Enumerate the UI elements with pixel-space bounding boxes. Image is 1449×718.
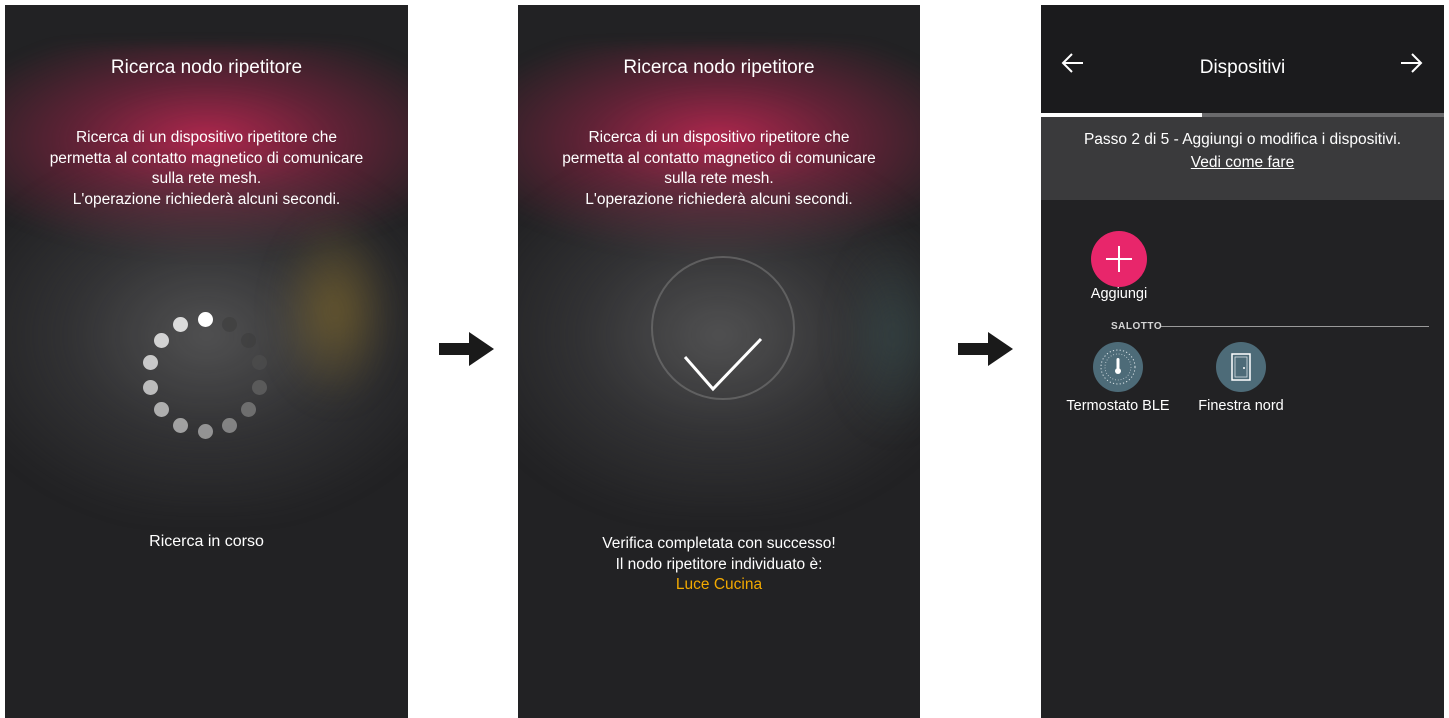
spinner-dot	[221, 317, 237, 333]
spinner-dot	[142, 355, 158, 371]
arrow-right-icon	[439, 332, 494, 366]
spinner-dot	[153, 332, 169, 348]
spinner-dot	[252, 379, 268, 395]
device-label: Finestra nord	[1198, 398, 1284, 414]
section-label: SALOTTO	[1111, 321, 1163, 332]
spinner-dot	[197, 311, 213, 327]
section-divider	[1161, 326, 1429, 327]
verification-success-screen: Ricerca nodo ripetitore Ricerca di un di…	[518, 5, 920, 718]
page-title: Ricerca nodo ripetitore	[623, 57, 815, 78]
page-title: Dispositivi	[1199, 57, 1286, 78]
description-line: sulla rete mesh.	[664, 170, 774, 187]
add-device-label: Aggiungi	[1090, 286, 1148, 302]
devices-screen: Dispositivi Passo 2 di 5 - Aggiungi o mo…	[1041, 5, 1444, 718]
spinner-dot	[173, 417, 189, 433]
device-finestra-nord[interactable]	[1216, 342, 1266, 392]
loading-spinner-icon	[135, 305, 275, 445]
spinner-dot	[241, 402, 257, 418]
result-text: Verifica completata con successo! Il nod…	[518, 534, 920, 596]
thermostat-icon	[1100, 349, 1136, 385]
spinner-dot	[173, 317, 189, 333]
spinner-dot	[241, 332, 257, 348]
spinner-dot	[197, 423, 213, 439]
device-termostato-ble[interactable]	[1093, 342, 1143, 392]
top-bar: Dispositivi	[1041, 5, 1444, 113]
spinner-dot	[221, 417, 237, 433]
description-line: Ricerca di un dispositivo ripetitore che	[75, 129, 338, 146]
spinner-dot	[252, 355, 268, 371]
step-text: Passo 2 di 5 - Aggiungi o modifica i dis…	[1083, 131, 1402, 148]
description-line: L'operazione richiederà alcuni secondi.	[585, 190, 853, 208]
result-line: Verifica completata con successo!	[602, 535, 836, 552]
status-text: Ricerca in corso	[149, 533, 264, 550]
result-line: Il nodo ripetitore individuato è:	[615, 555, 823, 573]
step-info-bar: Passo 2 di 5 - Aggiungi o modifica i dis…	[1041, 117, 1444, 200]
searching-screen: Ricerca nodo ripetitore Ricerca di un di…	[5, 5, 408, 718]
description-line: permetta al contatto magnetico di comuni…	[49, 149, 364, 167]
description-text: Ricerca di un dispositivo ripetitore che…	[5, 128, 408, 210]
description-line: Ricerca di un dispositivo ripetitore che	[588, 129, 850, 146]
description-line: L'operazione richiederà alcuni secondi.	[72, 190, 341, 208]
description-line: sulla rete mesh.	[151, 170, 262, 187]
add-device-button[interactable]	[1091, 231, 1147, 287]
page-title: Ricerca nodo ripetitore	[110, 57, 303, 78]
description-text: Ricerca di un dispositivo ripetitore che…	[518, 128, 920, 210]
background-glow-amber	[275, 215, 395, 405]
spinner-dot	[142, 379, 158, 395]
description-line: permetta al contatto magnetico di comuni…	[562, 149, 876, 167]
arrow-right-icon[interactable]	[1399, 51, 1423, 75]
checkmark-icon	[683, 337, 763, 392]
help-link[interactable]: Vedi come fare	[1041, 154, 1444, 172]
background-glow-teal	[838, 235, 920, 435]
window-contact-icon	[1231, 353, 1251, 381]
spinner-dot	[153, 402, 169, 418]
repeater-name: Luce Cucina	[675, 576, 763, 593]
device-label: Termostato BLE	[1066, 398, 1170, 414]
arrow-right-icon	[958, 332, 1013, 366]
